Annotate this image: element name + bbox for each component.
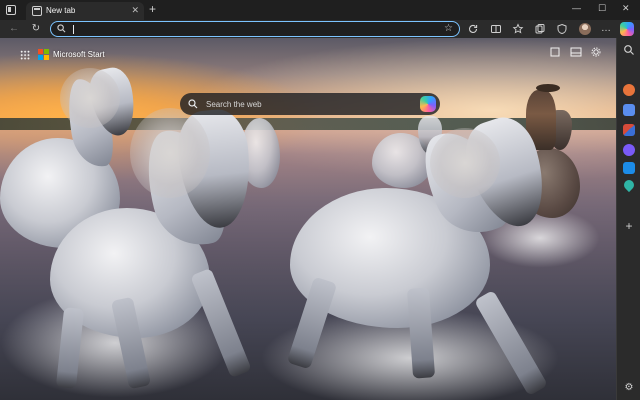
text-caret <box>73 25 74 34</box>
address-input[interactable] <box>75 23 435 35</box>
sidebar-drop-icon[interactable] <box>621 177 637 193</box>
copilot-icon[interactable] <box>620 22 634 36</box>
tab-favicon-icon <box>32 6 42 16</box>
reload-button[interactable]: ↻ <box>30 23 42 35</box>
sidebar-add-button[interactable]: + <box>623 220 635 232</box>
back-button[interactable]: ← <box>8 23 20 35</box>
tab-close-button[interactable]: ✕ <box>131 4 139 16</box>
split-screen-icon[interactable] <box>490 23 502 35</box>
maximize-button[interactable]: ☐ <box>598 2 606 14</box>
window-menu-icon[interactable] <box>6 5 16 15</box>
web-search-input[interactable] <box>206 97 406 111</box>
sidebar-office-icon[interactable] <box>623 124 635 136</box>
browser-essentials-icon[interactable] <box>556 23 568 35</box>
web-search-box[interactable] <box>180 93 440 115</box>
more-menu-button[interactable]: … <box>600 23 612 35</box>
microsoft-logo-icon <box>38 49 49 60</box>
new-tab-page: Microsoft Start <box>0 38 616 400</box>
search-icon <box>57 24 66 33</box>
page-layout-icon[interactable] <box>550 47 560 57</box>
horse-mane-image <box>130 108 210 198</box>
horse-mane-image <box>430 128 500 198</box>
sidebar-games-icon[interactable] <box>623 144 635 156</box>
profile-avatar[interactable] <box>579 23 591 35</box>
microsoft-start-title[interactable]: Microsoft Start <box>53 49 105 60</box>
settings-gear-icon[interactable] <box>591 47 601 57</box>
tab-strip: New tab ✕ + — ☐ ✕ <box>0 0 640 20</box>
sidebar-search-icon[interactable] <box>623 44 635 56</box>
background-image-icon[interactable] <box>570 47 582 57</box>
rider-hat-image <box>536 84 560 92</box>
toolbar: ← ↻ ☆ … <box>0 20 640 38</box>
sidebar-shopping-icon[interactable] <box>623 104 635 116</box>
app-launcher-icon[interactable] <box>20 50 30 60</box>
edge-sidebar: + ⚙ <box>616 38 640 400</box>
close-window-button[interactable]: ✕ <box>622 2 630 14</box>
favorite-star-icon[interactable]: ☆ <box>444 23 453 35</box>
search-icon <box>188 99 198 109</box>
copilot-icon[interactable] <box>420 96 436 112</box>
collections-icon[interactable] <box>534 23 546 35</box>
new-tab-button[interactable]: + <box>149 2 156 16</box>
sidebar-settings-icon[interactable]: ⚙ <box>623 382 635 394</box>
favorites-icon[interactable] <box>512 23 524 35</box>
tab-new-tab[interactable]: New tab ✕ <box>26 2 144 20</box>
sidebar-copilot-icon[interactable] <box>623 84 635 96</box>
tab-title: New tab <box>46 6 76 15</box>
horse-mane-image <box>60 68 120 128</box>
sidebar-outlook-icon[interactable] <box>623 162 635 174</box>
refresh-icon[interactable] <box>467 23 479 35</box>
address-bar[interactable]: ☆ <box>50 21 460 37</box>
minimize-button[interactable]: — <box>572 2 581 14</box>
